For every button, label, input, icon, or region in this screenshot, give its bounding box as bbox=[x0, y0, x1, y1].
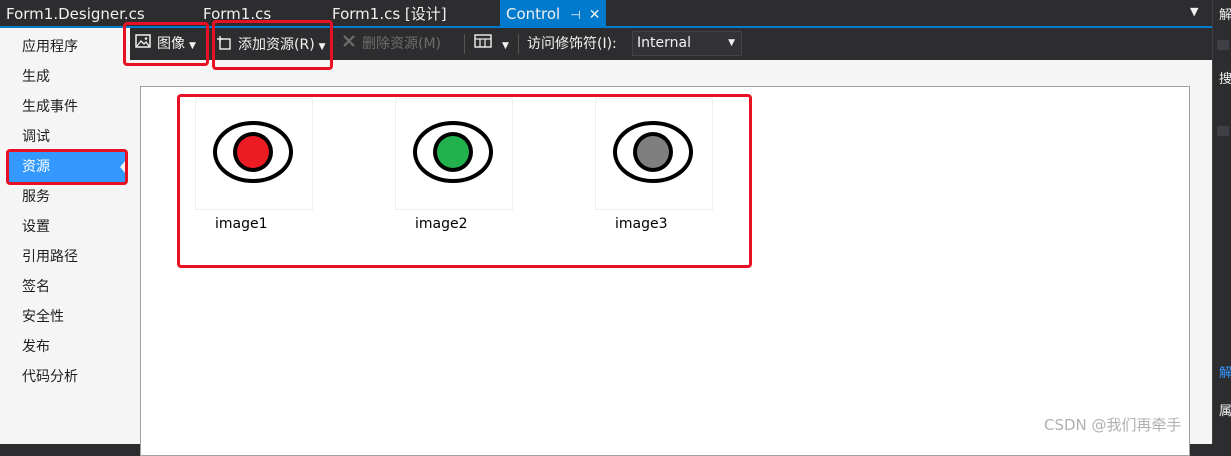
sidebar-item-security[interactable]: 安全性 bbox=[8, 302, 126, 332]
solution-explorer-tab[interactable]: 解 bbox=[1219, 362, 1231, 381]
resource-name: image1 bbox=[215, 216, 268, 232]
sidebar-item-services[interactable]: 服务 bbox=[8, 182, 126, 212]
sidebar-item-resources[interactable]: 资源 bbox=[8, 152, 126, 182]
access-modifier-value: Internal bbox=[637, 35, 691, 51]
sidebar-item-signing[interactable]: 签名 bbox=[8, 272, 126, 302]
resource-name: image3 bbox=[615, 216, 668, 232]
resource-name: image2 bbox=[415, 216, 468, 232]
tab-form1-design[interactable]: Form1.cs [设计] bbox=[332, 0, 447, 26]
resource-item[interactable]: image1 bbox=[195, 98, 315, 232]
access-modifier-select[interactable]: Internal ▼ bbox=[632, 31, 742, 56]
properties-panel-title[interactable]: 属 bbox=[1219, 400, 1231, 419]
resource-editor-area: image1 image2 image3 bbox=[130, 60, 1212, 456]
chevron-down-icon: ▼ bbox=[189, 41, 196, 51]
pin-icon[interactable]: ⊣ bbox=[570, 8, 580, 22]
add-resource-label: 添加资源(R) bbox=[238, 37, 315, 53]
sidebar-item-debug[interactable]: 调试 bbox=[8, 122, 126, 152]
sidebar-item-reference-paths[interactable]: 引用路径 bbox=[8, 242, 126, 272]
sidebar-item-build-events[interactable]: 生成事件 bbox=[8, 92, 126, 122]
sidebar-item-code-analysis[interactable]: 代码分析 bbox=[8, 362, 126, 392]
toolbar-separator bbox=[212, 34, 213, 54]
resource-type-images-dropdown[interactable]: 图像 ▼ bbox=[135, 34, 196, 54]
close-icon[interactable]: ✕ bbox=[589, 7, 601, 23]
access-modifier-label: 访问修饰符(I): bbox=[527, 36, 617, 52]
resource-item[interactable]: image3 bbox=[595, 98, 715, 232]
add-resource-button[interactable]: 添加资源(R) ▼ bbox=[216, 34, 326, 54]
resource-thumbnail[interactable] bbox=[595, 98, 713, 210]
resource-list-view[interactable]: image1 image2 image3 bbox=[140, 86, 1190, 456]
tab-form1-designer[interactable]: Form1.Designer.cs bbox=[6, 0, 145, 26]
images-label: 图像 bbox=[157, 36, 185, 52]
solution-explorer-panel: 解 搜 解 属 bbox=[1212, 0, 1231, 444]
search-solution-input[interactable]: 搜 bbox=[1219, 68, 1231, 87]
chevron-down-icon: ▼ bbox=[728, 38, 735, 48]
resource-thumbnail[interactable] bbox=[195, 98, 313, 210]
tab-control[interactable]: Control ⊣ ✕ bbox=[500, 0, 607, 26]
sidebar-item-publish[interactable]: 发布 bbox=[8, 332, 126, 362]
toolbar-separator bbox=[464, 34, 465, 54]
view-mode-dropdown[interactable]: ▼ bbox=[474, 34, 509, 54]
chevron-down-icon: ▼ bbox=[502, 41, 509, 51]
project-properties-sidebar: 应用程序 生成 生成事件 调试 资源 服务 设置 引用路径 签名 安全性 发布 … bbox=[0, 28, 130, 444]
grid-view-icon bbox=[474, 34, 492, 54]
add-resource-icon bbox=[216, 34, 232, 56]
resource-toolbar: 图像 ▼ 添加资源(R) ▼ 删除资源(M) ▼ 访问修饰符(I): Interna… bbox=[130, 28, 1212, 60]
solution-explorer-title[interactable]: 解 bbox=[1219, 4, 1231, 23]
sidebar-item-settings[interactable]: 设置 bbox=[8, 212, 126, 242]
toolbar-separator bbox=[518, 34, 519, 54]
panel-tree-node-icon[interactable] bbox=[1217, 126, 1229, 136]
tab-form1-cs[interactable]: Form1.cs bbox=[203, 0, 271, 26]
sidebar-item-application[interactable]: 应用程序 bbox=[8, 32, 126, 62]
remove-resource-label: 删除资源(M) bbox=[362, 36, 442, 52]
image-icon bbox=[135, 34, 151, 54]
remove-resource-button[interactable]: 删除资源(M) bbox=[342, 34, 441, 54]
delete-icon bbox=[342, 34, 356, 54]
watermark-text: CSDN @我们再牵手 bbox=[1044, 416, 1182, 434]
tab-overflow-dropdown-icon[interactable]: ▼ bbox=[1190, 5, 1198, 18]
sidebar-item-build[interactable]: 生成 bbox=[8, 62, 126, 92]
panel-toolbar-icon[interactable] bbox=[1217, 40, 1229, 50]
chevron-down-icon[interactable]: ▼ bbox=[319, 42, 326, 52]
document-tab-bar: Form1.Designer.cs Form1.cs Form1.cs [设计]… bbox=[0, 0, 1212, 26]
resource-thumbnail[interactable] bbox=[395, 98, 513, 210]
resource-item[interactable]: image2 bbox=[395, 98, 515, 232]
tab-label: Control bbox=[506, 5, 561, 23]
